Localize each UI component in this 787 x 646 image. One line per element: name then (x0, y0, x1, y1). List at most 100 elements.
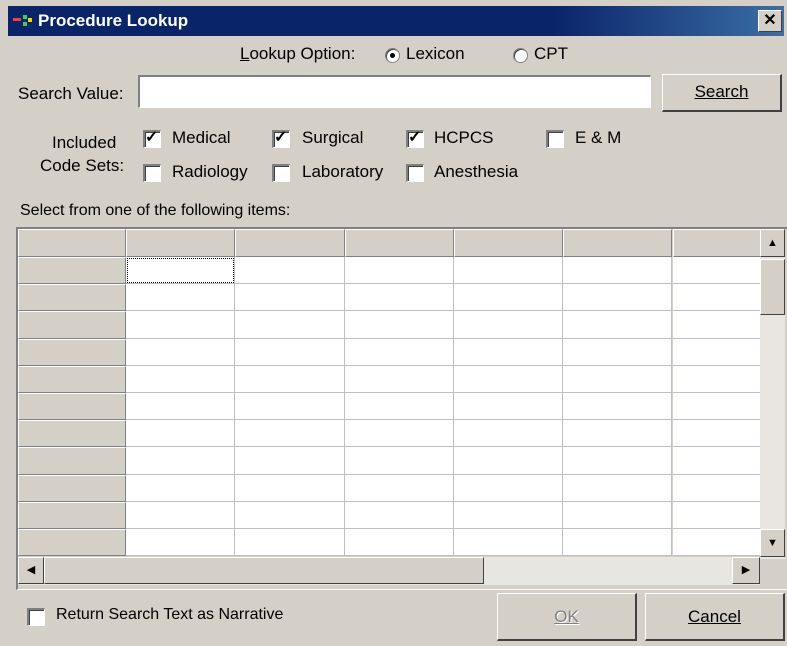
scroll-right-icon[interactable]: ▶ (732, 557, 760, 584)
grid-cell[interactable] (235, 393, 345, 421)
surgical-label[interactable]: Surgical (302, 128, 363, 148)
grid-row-header[interactable] (18, 284, 126, 312)
grid-cell[interactable] (563, 447, 673, 475)
grid-cell[interactable] (126, 311, 236, 339)
anesthesia-label[interactable]: Anesthesia (434, 162, 518, 182)
grid-cell[interactable] (235, 365, 345, 393)
grid-cell[interactable] (563, 311, 673, 339)
hcpcs-checkbox[interactable]: ✓ (406, 129, 424, 148)
grid-cell[interactable] (126, 338, 236, 366)
laboratory-checkbox[interactable] (272, 164, 290, 182)
grid-cell[interactable] (344, 474, 454, 502)
grid-row-header[interactable] (18, 474, 126, 502)
lexicon-radio-label[interactable]: Lexicon (406, 44, 465, 64)
grid-cell[interactable] (126, 420, 236, 448)
grid-column-header[interactable] (563, 229, 673, 257)
grid-cell[interactable] (235, 257, 345, 285)
grid-cell[interactable] (235, 474, 345, 502)
laboratory-label[interactable]: Laboratory (302, 162, 383, 182)
grid-cell[interactable] (453, 365, 564, 393)
radiology-checkbox[interactable] (143, 164, 161, 182)
grid-cell[interactable] (126, 365, 236, 393)
close-icon[interactable]: ✕ (758, 10, 782, 32)
em-label[interactable]: E & M (575, 128, 621, 148)
grid-cell[interactable] (563, 420, 673, 448)
grid-row-header[interactable] (18, 311, 126, 339)
grid-cell[interactable] (235, 501, 345, 529)
grid-cell[interactable] (344, 393, 454, 421)
scroll-down-icon[interactable]: ▼ (760, 529, 785, 557)
grid-row-header[interactable] (18, 501, 126, 529)
grid-cell[interactable] (453, 474, 564, 502)
horizontal-scroll-thumb[interactable] (44, 557, 484, 584)
title-bar[interactable]: Procedure Lookup ✕ (8, 6, 784, 36)
grid-cell[interactable] (563, 529, 673, 557)
medical-checkbox[interactable]: ✓ (143, 129, 161, 148)
grid-row-header[interactable] (18, 365, 126, 393)
grid-cell[interactable] (235, 529, 345, 557)
grid-cell[interactable] (344, 420, 454, 448)
lexicon-radio[interactable] (385, 48, 400, 63)
grid-cell[interactable] (453, 311, 564, 339)
scroll-left-icon[interactable]: ◀ (18, 557, 44, 584)
grid-row-header[interactable] (18, 420, 126, 448)
grid-cell-selected[interactable] (126, 257, 236, 285)
grid-cell[interactable] (126, 474, 236, 502)
grid-cell[interactable] (453, 447, 564, 475)
grid-cell[interactable] (453, 284, 564, 312)
grid-cell[interactable] (126, 393, 236, 421)
ok-button[interactable]: OK (497, 593, 637, 641)
grid-cell[interactable] (126, 284, 236, 312)
narrative-checkbox[interactable] (27, 608, 45, 626)
grid-cell[interactable] (563, 257, 673, 285)
grid-cell[interactable] (344, 284, 454, 312)
grid-column-header[interactable] (235, 229, 345, 257)
grid-row-header[interactable] (18, 529, 126, 557)
grid-cell[interactable] (563, 365, 673, 393)
grid-cell[interactable] (563, 393, 673, 421)
grid-cell[interactable] (453, 393, 564, 421)
grid-column-header[interactable] (344, 229, 454, 257)
grid-cell[interactable] (344, 311, 454, 339)
medical-label[interactable]: Medical (172, 128, 231, 148)
grid-cell[interactable] (344, 529, 454, 557)
grid-cell[interactable] (453, 529, 564, 557)
hcpcs-label[interactable]: HCPCS (434, 128, 494, 148)
cpt-radio[interactable] (513, 48, 528, 63)
cpt-radio-label[interactable]: CPT (534, 44, 568, 64)
grid-cell[interactable] (344, 338, 454, 366)
grid-cell[interactable] (344, 447, 454, 475)
grid-row-header[interactable] (18, 257, 126, 285)
surgical-checkbox[interactable]: ✓ (272, 129, 290, 148)
grid-cell[interactable] (126, 447, 236, 475)
grid-cell[interactable] (563, 284, 673, 312)
grid-cell[interactable] (344, 501, 454, 529)
grid-row-header[interactable] (18, 447, 126, 475)
grid-cell[interactable] (235, 311, 345, 339)
search-button[interactable]: Search (662, 74, 782, 112)
grid-row-header[interactable] (18, 393, 126, 421)
grid-cell[interactable] (126, 501, 236, 529)
grid-cell[interactable] (235, 447, 345, 475)
scroll-up-icon[interactable]: ▲ (760, 229, 785, 257)
grid-cell[interactable] (235, 338, 345, 366)
narrative-label[interactable]: Return Search Text as Narrative (56, 606, 283, 624)
grid-cell[interactable] (235, 420, 345, 448)
cancel-button[interactable]: Cancel (645, 593, 785, 641)
results-grid[interactable]: ▲ ▼ ◀ ▶ (16, 227, 787, 590)
grid-cell[interactable] (563, 338, 673, 366)
anesthesia-checkbox[interactable] (406, 164, 424, 182)
grid-cell[interactable] (453, 338, 564, 366)
grid-cell[interactable] (453, 501, 564, 529)
grid-cell[interactable] (235, 284, 345, 312)
grid-cell[interactable] (563, 474, 673, 502)
grid-cell[interactable] (126, 529, 236, 557)
grid-row-header[interactable] (18, 338, 126, 366)
grid-cell[interactable] (344, 365, 454, 393)
radiology-label[interactable]: Radiology (172, 162, 248, 182)
vertical-scroll-thumb[interactable] (760, 259, 785, 315)
em-checkbox[interactable] (546, 130, 564, 148)
grid-column-header[interactable] (126, 229, 236, 257)
grid-cell[interactable] (453, 257, 564, 285)
grid-cell[interactable] (344, 257, 454, 285)
